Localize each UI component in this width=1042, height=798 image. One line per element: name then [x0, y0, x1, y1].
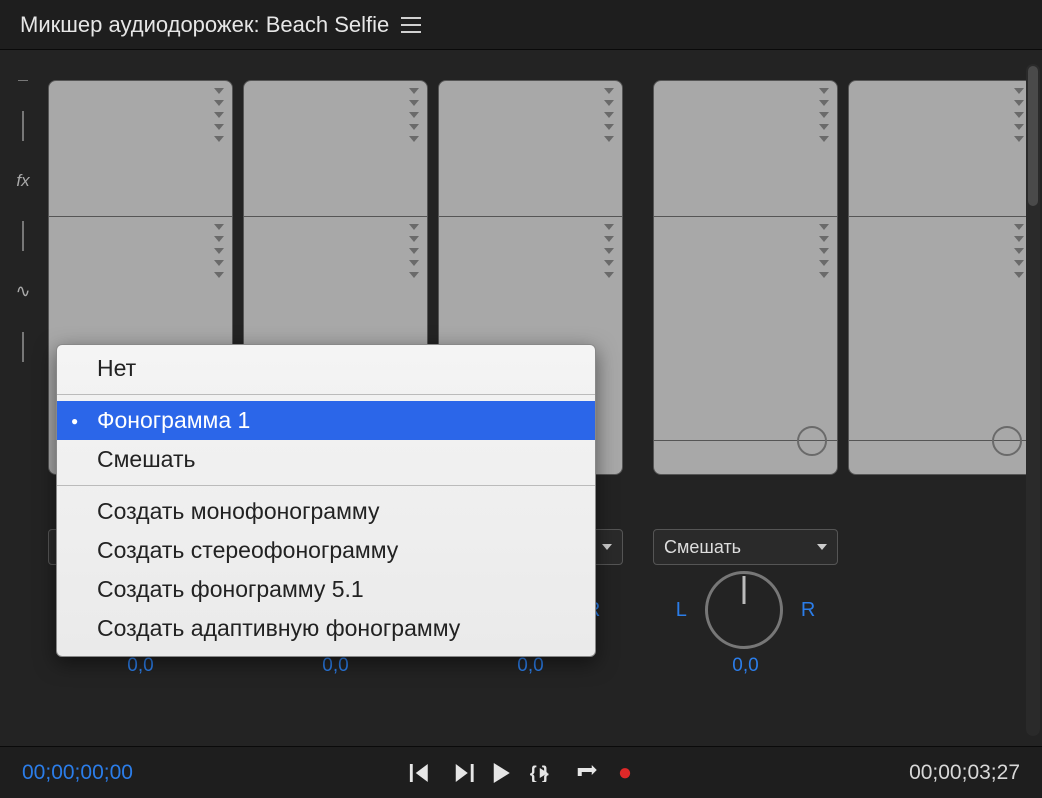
chevron-down-icon	[817, 544, 827, 550]
play-in-to-out-button[interactable]: { }	[530, 764, 556, 782]
send-slot-dropdown-icon[interactable]	[1014, 260, 1024, 266]
send-slot-dropdown-icon[interactable]	[1014, 248, 1024, 254]
fx-icon[interactable]: fx	[16, 171, 29, 191]
dropdown-item-mix[interactable]: Смешать	[57, 440, 595, 479]
send-slot-dropdown-icon[interactable]	[819, 236, 829, 242]
sends-icon[interactable]: ∿	[15, 281, 30, 302]
send-slot-dropdown-icon[interactable]	[819, 260, 829, 266]
effect-slot-dropdown-icon[interactable]	[1014, 100, 1024, 106]
effect-slot-dropdown-icon[interactable]	[819, 112, 829, 118]
effect-slot-dropdown-icon[interactable]	[409, 124, 419, 130]
loop-button[interactable]	[576, 764, 598, 782]
transport-bar: 00;00;00;00 { } ● 00;00;03;27	[0, 746, 1042, 798]
rail-toggle-icon[interactable]	[18, 80, 28, 81]
vertical-scrollbar[interactable]	[1026, 64, 1040, 736]
send-slot-dropdown-icon[interactable]	[214, 224, 224, 230]
record-button[interactable]: ●	[618, 759, 633, 787]
pan-value[interactable]: 0,0	[732, 655, 758, 677]
dropdown-item-create-stereo[interactable]: Создать стереофонограмму	[57, 531, 595, 570]
go-to-out-button[interactable]	[452, 764, 474, 782]
pan-value[interactable]: 0,0	[517, 655, 543, 677]
send-slot-dropdown-icon[interactable]	[409, 236, 419, 242]
effect-slot-dropdown-icon[interactable]	[1014, 112, 1024, 118]
rail-handle-icon[interactable]	[22, 332, 24, 362]
section-rail: fx ∿	[0, 50, 46, 746]
pan-region: L R 0,0	[653, 571, 838, 677]
pan-left-label: L	[676, 599, 687, 622]
effect-slot-dropdown-icon[interactable]	[819, 100, 829, 106]
send-slot-dropdown-icon[interactable]	[214, 236, 224, 242]
effect-slot-dropdown-icon[interactable]	[409, 112, 419, 118]
effect-slot-dropdown-icon[interactable]	[819, 124, 829, 130]
play-button[interactable]	[494, 763, 510, 783]
send-slot-dropdown-icon[interactable]	[604, 224, 614, 230]
dropdown-item-create-mono[interactable]: Создать монофонограмму	[57, 492, 595, 531]
effect-slot-dropdown-icon[interactable]	[1014, 124, 1024, 130]
send-slot-dropdown-icon[interactable]	[819, 224, 829, 230]
panel-title: Микшер аудиодорожек: Beach Selfie	[20, 12, 389, 38]
send-slot-dropdown-icon[interactable]	[1014, 224, 1024, 230]
effect-slot-dropdown-icon[interactable]	[409, 88, 419, 94]
effect-slot-dropdown-icon[interactable]	[604, 124, 614, 130]
send-slot-dropdown-icon[interactable]	[819, 248, 829, 254]
send-slot-dropdown-icon[interactable]	[409, 248, 419, 254]
send-assign-dropdown: Нет Фонограмма 1 Смешать Создать монофон…	[56, 344, 596, 657]
pan-knob[interactable]	[705, 571, 783, 649]
output-assign-select[interactable]: Смешать	[653, 529, 838, 565]
dropdown-item-create-51[interactable]: Создать фонограмму 5.1	[57, 570, 595, 609]
send-pan-knob[interactable]	[797, 426, 827, 456]
effect-slot-dropdown-icon[interactable]	[214, 112, 224, 118]
effect-slot-dropdown-icon[interactable]	[604, 112, 614, 118]
effect-slot-dropdown-icon[interactable]	[604, 100, 614, 106]
panel-header: Микшер аудиодорожек: Beach Selfie	[0, 0, 1042, 50]
current-timecode[interactable]: 00;00;00;00	[22, 761, 133, 785]
effects-rack	[653, 80, 838, 475]
send-slot-dropdown-icon[interactable]	[214, 272, 224, 278]
effect-slot-dropdown-icon[interactable]	[214, 136, 224, 142]
effect-slot-dropdown-icon[interactable]	[214, 124, 224, 130]
effect-slot-dropdown-icon[interactable]	[409, 136, 419, 142]
effect-slot-dropdown-icon[interactable]	[214, 88, 224, 94]
pan-value[interactable]: 0,0	[322, 655, 348, 677]
effect-slot-dropdown-icon[interactable]	[604, 88, 614, 94]
send-slot-dropdown-icon[interactable]	[214, 260, 224, 266]
send-pan-knob[interactable]	[992, 426, 1022, 456]
effect-slot-dropdown-icon[interactable]	[214, 100, 224, 106]
effects-rack	[848, 80, 1033, 475]
dropdown-separator	[57, 485, 595, 486]
dropdown-item-create-adaptive[interactable]: Создать адаптивную фонограмму	[57, 609, 595, 648]
pan-value[interactable]: 0,0	[127, 655, 153, 677]
effect-slot-dropdown-icon[interactable]	[604, 136, 614, 142]
send-slot-dropdown-icon[interactable]	[819, 272, 829, 278]
send-slot-dropdown-icon[interactable]	[214, 248, 224, 254]
effect-slot-dropdown-icon[interactable]	[1014, 88, 1024, 94]
send-slot-dropdown-icon[interactable]	[1014, 272, 1024, 278]
send-slot-dropdown-icon[interactable]	[1014, 236, 1024, 242]
track-column	[848, 80, 1033, 716]
dropdown-item-none[interactable]: Нет	[57, 349, 595, 388]
send-slot-dropdown-icon[interactable]	[409, 224, 419, 230]
dropdown-separator	[57, 394, 595, 395]
send-slot-dropdown-icon[interactable]	[604, 236, 614, 242]
send-slot-dropdown-icon[interactable]	[409, 272, 419, 278]
effect-slot-dropdown-icon[interactable]	[409, 100, 419, 106]
rail-handle-icon[interactable]	[22, 221, 24, 251]
transport-buttons: { } ●	[410, 759, 633, 787]
chevron-down-icon	[602, 544, 612, 550]
send-slot-dropdown-icon[interactable]	[604, 272, 614, 278]
track-column: Смешать L R 0,0	[653, 80, 838, 716]
scrollbar-thumb[interactable]	[1028, 66, 1038, 206]
panel-menu-icon[interactable]	[401, 17, 421, 33]
effect-slot-dropdown-icon[interactable]	[819, 136, 829, 142]
send-slot-dropdown-icon[interactable]	[604, 260, 614, 266]
send-slot-dropdown-icon[interactable]	[409, 260, 419, 266]
pan-right-label: R	[801, 599, 815, 622]
rail-handle-icon[interactable]	[22, 111, 24, 141]
go-to-in-button[interactable]	[410, 764, 432, 782]
effect-slot-dropdown-icon[interactable]	[1014, 136, 1024, 142]
send-slot-dropdown-icon[interactable]	[604, 248, 614, 254]
duration-timecode: 00;00;03;27	[909, 761, 1020, 785]
effect-slot-dropdown-icon[interactable]	[819, 88, 829, 94]
dropdown-item-submix-1[interactable]: Фонограмма 1	[57, 401, 595, 440]
